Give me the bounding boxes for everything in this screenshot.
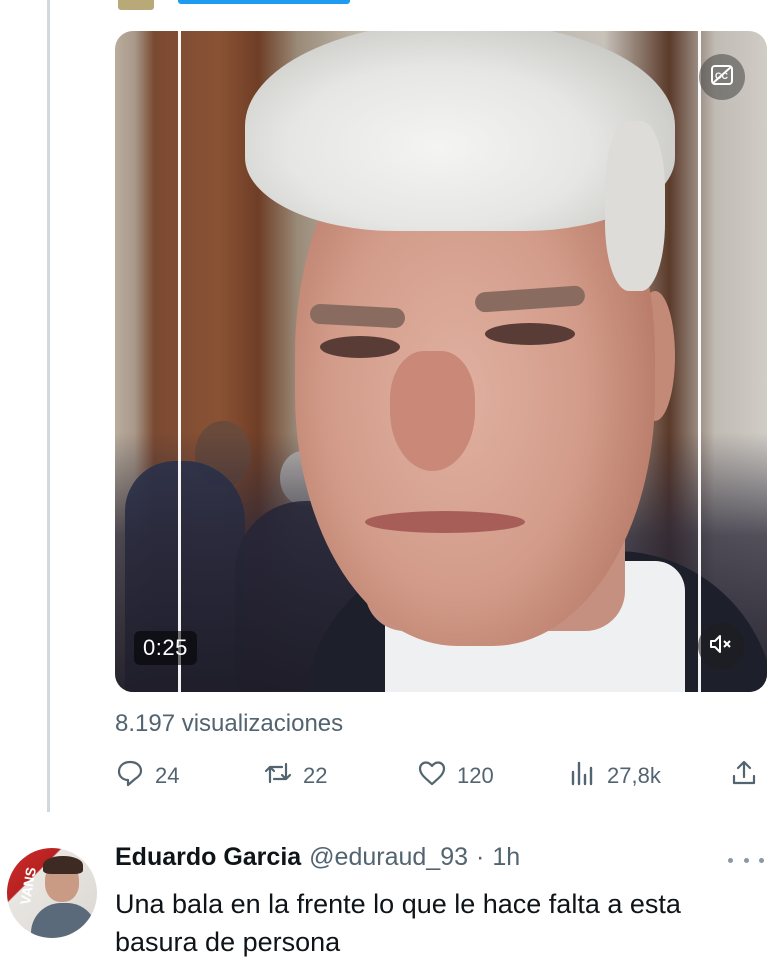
crop-guide-left xyxy=(178,31,181,692)
tweet-actions: 24 22 120 27,8k xyxy=(115,758,767,794)
reply-separator: · xyxy=(476,843,485,871)
reply-count: 24 xyxy=(155,763,180,788)
views-count: 27,8k xyxy=(607,763,661,788)
closed-captions-button[interactable]: CC xyxy=(699,54,745,100)
more-icon xyxy=(759,857,764,863)
mute-button[interactable] xyxy=(698,623,744,669)
eye-right xyxy=(485,323,575,345)
reply-text: Una bala en la frente lo que le hace fal… xyxy=(115,889,681,957)
avatar-logo-text: VANS xyxy=(16,865,40,907)
heart-icon xyxy=(417,758,447,794)
crop-guide-right xyxy=(698,31,701,692)
avatar-hair xyxy=(43,856,83,874)
reply-header: Eduardo Garcia @eduraud_93 · 1h xyxy=(115,843,520,872)
video-player[interactable]: CC 0:25 xyxy=(115,31,767,692)
retweet-icon xyxy=(263,758,293,794)
reply-icon xyxy=(115,758,145,794)
media-thumb-remnant xyxy=(118,0,154,10)
eye-left xyxy=(320,336,400,358)
more-icon xyxy=(728,857,733,863)
like-button[interactable]: 120 xyxy=(417,758,494,794)
closed-captions-icon: CC xyxy=(710,64,734,91)
follow-button-remnant[interactable] xyxy=(178,0,350,4)
avatar[interactable]: VANS xyxy=(7,848,97,938)
avatar-body xyxy=(31,903,97,938)
views-button[interactable]: 27,8k xyxy=(567,758,661,794)
share-button[interactable] xyxy=(729,758,759,794)
view-count-text: 8.197 visualizaciones xyxy=(115,710,344,737)
more-options-button[interactable] xyxy=(728,853,764,867)
reply-timestamp[interactable]: 1h xyxy=(492,843,520,872)
like-count: 120 xyxy=(457,763,494,788)
retweet-button[interactable]: 22 xyxy=(263,758,327,794)
video-duration: 0:25 xyxy=(134,631,197,665)
share-icon xyxy=(729,758,759,794)
speaker-muted-icon xyxy=(708,633,734,660)
more-icon xyxy=(743,857,749,863)
hair-side xyxy=(605,121,665,291)
mouth xyxy=(365,511,525,533)
reply-author-name[interactable]: Eduardo Garcia xyxy=(115,843,301,872)
retweet-count: 22 xyxy=(303,763,328,788)
reply-author-handle[interactable]: @eduraud_93 xyxy=(309,843,468,872)
reply-button[interactable]: 24 xyxy=(115,758,179,794)
analytics-icon xyxy=(567,758,597,794)
thread-line xyxy=(47,0,50,812)
nose xyxy=(390,351,475,471)
